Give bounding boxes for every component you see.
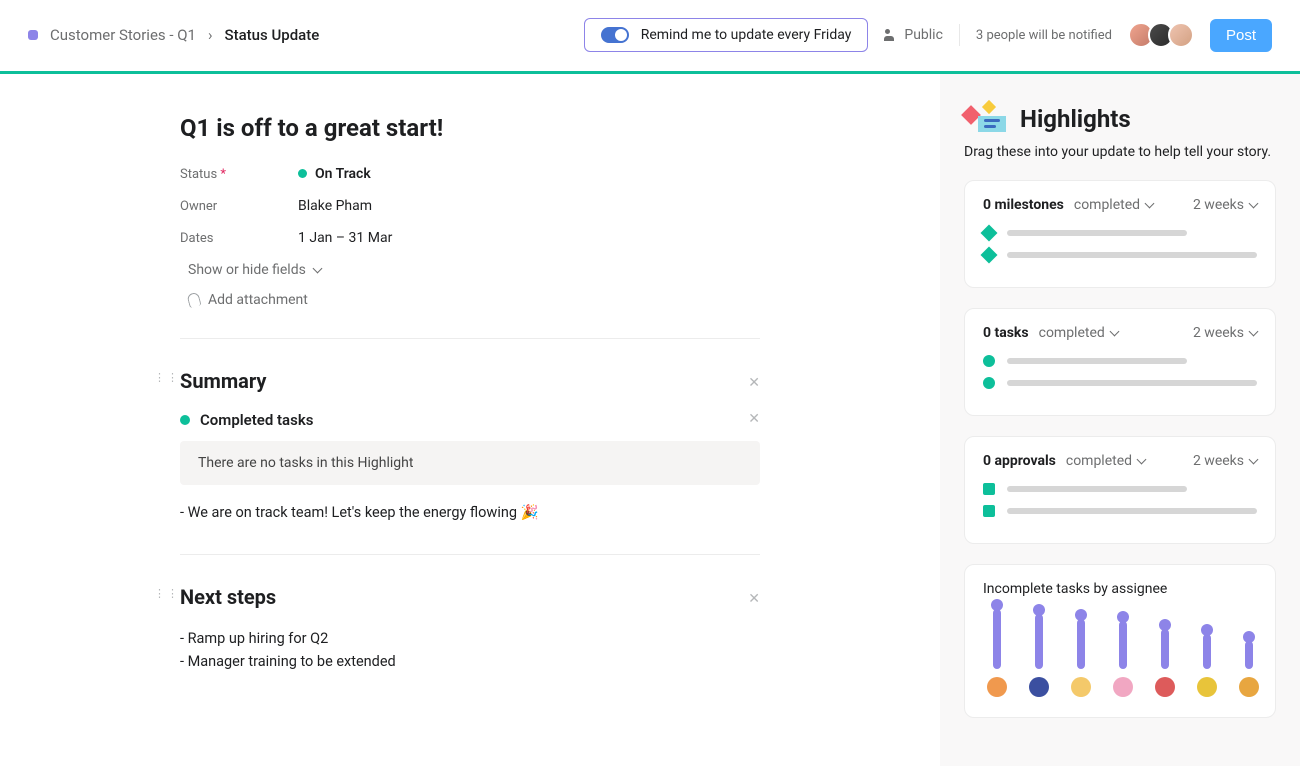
skeleton-line	[1007, 380, 1257, 386]
toggle-fields-button[interactable]: Show or hide fields	[188, 262, 940, 278]
chevron-down-icon	[1136, 453, 1145, 469]
highlight-card-milestones[interactable]: 0 milestones completed 2 weeks	[964, 180, 1276, 288]
approvals-count: 0 approvals	[983, 453, 1056, 469]
square-icon	[983, 483, 995, 495]
chevron-down-icon	[1248, 325, 1257, 341]
chevron-down-icon	[1109, 325, 1118, 341]
owner-label: Owner	[180, 199, 298, 214]
add-attachment-button[interactable]: Add attachment	[188, 292, 940, 308]
close-icon[interactable]: ✕	[748, 411, 760, 427]
completed-tasks-label: Completed tasks	[200, 411, 313, 429]
status-dot-icon	[298, 169, 307, 178]
highlights-icon	[964, 102, 1008, 136]
circle-icon	[983, 355, 995, 367]
summary-section: ✕ Summary Completed tasks ✕ There are no…	[180, 369, 760, 524]
status-dot-icon	[180, 415, 190, 425]
summary-body[interactable]: - We are on track team! Let's keep the e…	[180, 501, 760, 524]
paperclip-icon	[186, 292, 201, 309]
chevron-down-icon	[1248, 197, 1257, 213]
filter-range[interactable]: 2 weeks	[1193, 197, 1257, 213]
avatar	[1239, 677, 1259, 697]
divider	[180, 554, 760, 555]
dates-label: Dates	[180, 231, 298, 246]
avatar[interactable]	[1168, 22, 1194, 48]
drag-handle-icon[interactable]	[154, 375, 180, 380]
avatar	[1197, 677, 1217, 697]
breadcrumb: Customer Stories - Q1 › Status Update	[28, 26, 319, 44]
diamond-icon	[981, 225, 998, 242]
status-value[interactable]: On Track	[298, 166, 371, 182]
skeleton-line	[1007, 230, 1187, 236]
avatar	[1155, 677, 1175, 697]
dates-value[interactable]: 1 Jan – 31 Mar	[298, 230, 392, 246]
highlights-sidebar: Highlights Drag these into your update t…	[940, 74, 1300, 766]
chevron-down-icon	[312, 262, 321, 278]
circle-icon	[983, 377, 995, 389]
avatar	[987, 677, 1007, 697]
notified-avatars[interactable]	[1128, 22, 1194, 48]
tasks-count: 0 tasks	[983, 325, 1029, 341]
reminder-label: Remind me to update every Friday	[641, 27, 852, 43]
visibility-label: Public	[904, 27, 943, 43]
people-icon	[884, 29, 898, 41]
highlights-subtext: Drag these into your update to help tell…	[964, 144, 1276, 160]
avatar	[1113, 677, 1133, 697]
chevron-down-icon	[1144, 197, 1153, 213]
summary-heading[interactable]: Summary	[180, 369, 760, 393]
divider	[959, 24, 960, 46]
highlights-heading: Highlights	[1020, 105, 1131, 133]
skeleton-line	[1007, 486, 1187, 492]
visibility-button[interactable]: Public	[884, 27, 943, 43]
drag-handle-icon[interactable]	[154, 591, 180, 596]
chevron-down-icon	[1248, 453, 1257, 469]
status-label: Status *	[180, 167, 298, 182]
skeleton-line	[1007, 252, 1257, 258]
filter-range[interactable]: 2 weeks	[1193, 453, 1257, 469]
highlight-card-approvals[interactable]: 0 approvals completed 2 weeks	[964, 436, 1276, 544]
filter-completed[interactable]: completed	[1074, 197, 1153, 213]
diamond-icon	[981, 247, 998, 264]
next-steps-heading[interactable]: Next steps	[180, 585, 760, 609]
highlight-card-assignee-chart[interactable]: Incomplete tasks by assignee	[964, 564, 1276, 718]
skeleton-line	[1007, 508, 1257, 514]
assignee-bar-chart	[983, 607, 1257, 697]
owner-value[interactable]: Blake Pham	[298, 198, 372, 214]
notify-label: 3 people will be notified	[976, 28, 1112, 43]
filter-completed[interactable]: completed	[1039, 325, 1118, 341]
filter-completed[interactable]: completed	[1066, 453, 1145, 469]
milestones-count: 0 milestones	[983, 197, 1064, 213]
assignee-chart-title: Incomplete tasks by assignee	[983, 581, 1257, 597]
toggle-icon[interactable]	[601, 27, 629, 43]
divider	[180, 338, 760, 339]
close-icon[interactable]: ✕	[748, 375, 760, 391]
chevron-right-icon: ›	[208, 26, 213, 44]
post-button[interactable]: Post	[1210, 19, 1272, 52]
breadcrumb-page: Status Update	[225, 26, 320, 44]
close-icon[interactable]: ✕	[748, 591, 760, 607]
highlight-card-tasks[interactable]: 0 tasks completed 2 weeks	[964, 308, 1276, 416]
project-color-dot	[28, 30, 38, 40]
reminder-toggle-box[interactable]: Remind me to update every Friday	[584, 18, 869, 52]
next-steps-body[interactable]: - Ramp up hiring for Q2 - Manager traini…	[180, 627, 760, 673]
square-icon	[983, 505, 995, 517]
update-title[interactable]: Q1 is off to a great start!	[180, 114, 940, 142]
next-steps-section: ✕ Next steps - Ramp up hiring for Q2 - M…	[180, 585, 760, 673]
breadcrumb-project[interactable]: Customer Stories - Q1	[50, 26, 196, 44]
avatar	[1029, 677, 1049, 697]
filter-range[interactable]: 2 weeks	[1193, 325, 1257, 341]
highlight-empty-message: There are no tasks in this Highlight	[180, 441, 760, 485]
skeleton-line	[1007, 358, 1187, 364]
avatar	[1071, 677, 1091, 697]
